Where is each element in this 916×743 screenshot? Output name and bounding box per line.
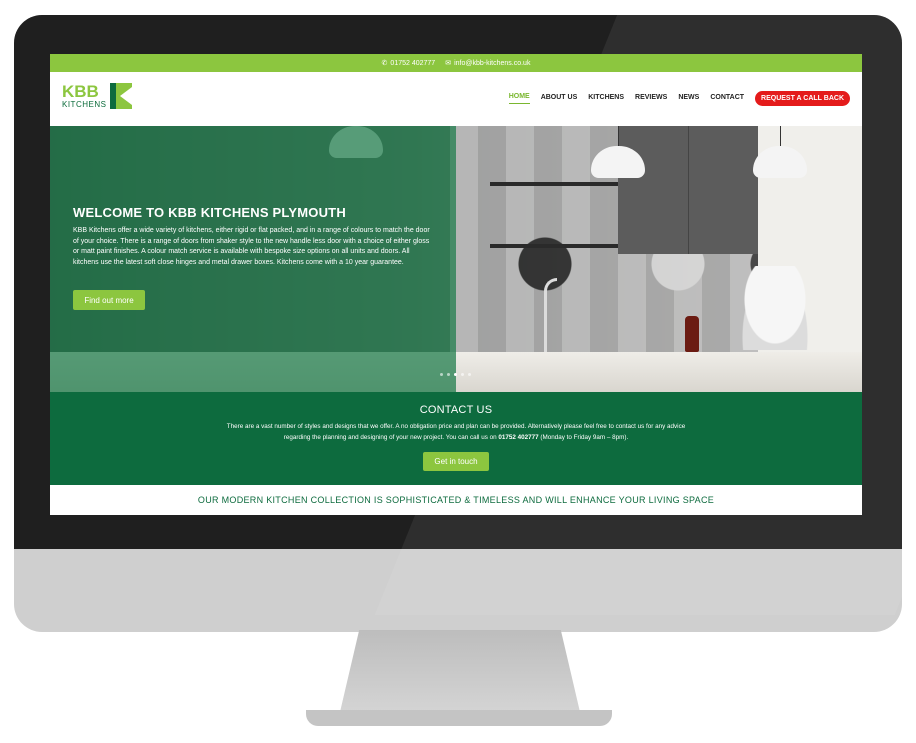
hero-description: KBB Kitchens offer a wide variety of kit… (73, 227, 430, 266)
slider-dot[interactable] (461, 373, 464, 376)
slider-dots (440, 373, 471, 376)
topbar-email-text: info@kbb-kitchens.co.uk (454, 59, 531, 67)
pendant-cord (618, 126, 619, 148)
hero-shelf (490, 182, 618, 186)
nav-contact[interactable]: CONTACT (710, 94, 744, 104)
contact-section: CONTACT US There are a vast number of st… (50, 392, 862, 485)
contact-text-after: (Monday to Friday 9am – 8pm). (538, 433, 629, 441)
hero-shelf-lower (490, 244, 618, 248)
hero-slider: WELCOME TO KBB KITCHENS PLYMOUTH KBB Kit… (50, 126, 862, 392)
slider-dot[interactable] (447, 373, 450, 376)
topbar-phone-text: 01752 402777 (390, 59, 436, 67)
collection-banner: OUR MODERN KITCHEN COLLECTION IS SOPHIST… (50, 485, 862, 515)
topbar-phone[interactable]: ✆ 01752 402777 (381, 59, 436, 68)
get-in-touch-button[interactable]: Get in touch (423, 452, 489, 471)
nav-about-us[interactable]: ABOUT US (541, 94, 578, 104)
nav-news[interactable]: NEWS (678, 94, 699, 104)
nav-home[interactable]: HOME (508, 93, 530, 104)
website-screen: ✆ 01752 402777 ✉ info@kbb-kitchens.co.uk… (50, 54, 862, 515)
nav-kitchens[interactable]: KITCHENS (588, 94, 624, 104)
logo-brand: KBB (62, 82, 99, 101)
monitor-stand-base (306, 710, 612, 726)
hero-stand-mixer (740, 266, 810, 350)
logo[interactable]: KBB KITCHENS (62, 82, 133, 109)
site-header: KBB KITCHENS HOME ABOUT US KITCHENS REVI… (50, 72, 862, 126)
nav-reviews[interactable]: REVIEWS (635, 94, 667, 104)
main-nav: HOME ABOUT US KITCHENS REVIEWS NEWS CONT… (508, 91, 850, 106)
contact-title: CONTACT US (419, 404, 493, 416)
contact-description: There are a vast number of styles and de… (221, 422, 691, 443)
request-callback-button[interactable]: REQUEST A CALL BACK (755, 91, 850, 106)
slider-dot-active[interactable] (454, 373, 457, 376)
slider-dot[interactable] (468, 373, 471, 376)
hero-bottle (685, 316, 699, 352)
hero-text-block: WELCOME TO KBB KITCHENS PLYMOUTH KBB Kit… (73, 205, 433, 268)
collection-heading: OUR MODERN KITCHEN COLLECTION IS SOPHIST… (197, 495, 715, 505)
contact-topbar: ✆ 01752 402777 ✉ info@kbb-kitchens.co.uk (50, 54, 862, 72)
topbar-email[interactable]: ✉ info@kbb-kitchens.co.uk (445, 59, 531, 68)
phone-icon: ✆ (381, 60, 388, 67)
hero-cabinet (618, 126, 758, 254)
monitor-stand (340, 630, 580, 712)
envelope-icon: ✉ (445, 60, 452, 67)
hero-tap (544, 278, 557, 355)
find-out-more-button[interactable]: Find out more (73, 290, 145, 310)
pendant-cord-2 (780, 126, 781, 148)
logo-k-mark-icon (110, 83, 133, 109)
logo-subtitle: KITCHENS (62, 100, 107, 109)
hero-title: WELCOME TO KBB KITCHENS PLYMOUTH (73, 205, 346, 220)
contact-phone[interactable]: 01752 402777 (498, 434, 538, 441)
slider-dot[interactable] (440, 373, 443, 376)
